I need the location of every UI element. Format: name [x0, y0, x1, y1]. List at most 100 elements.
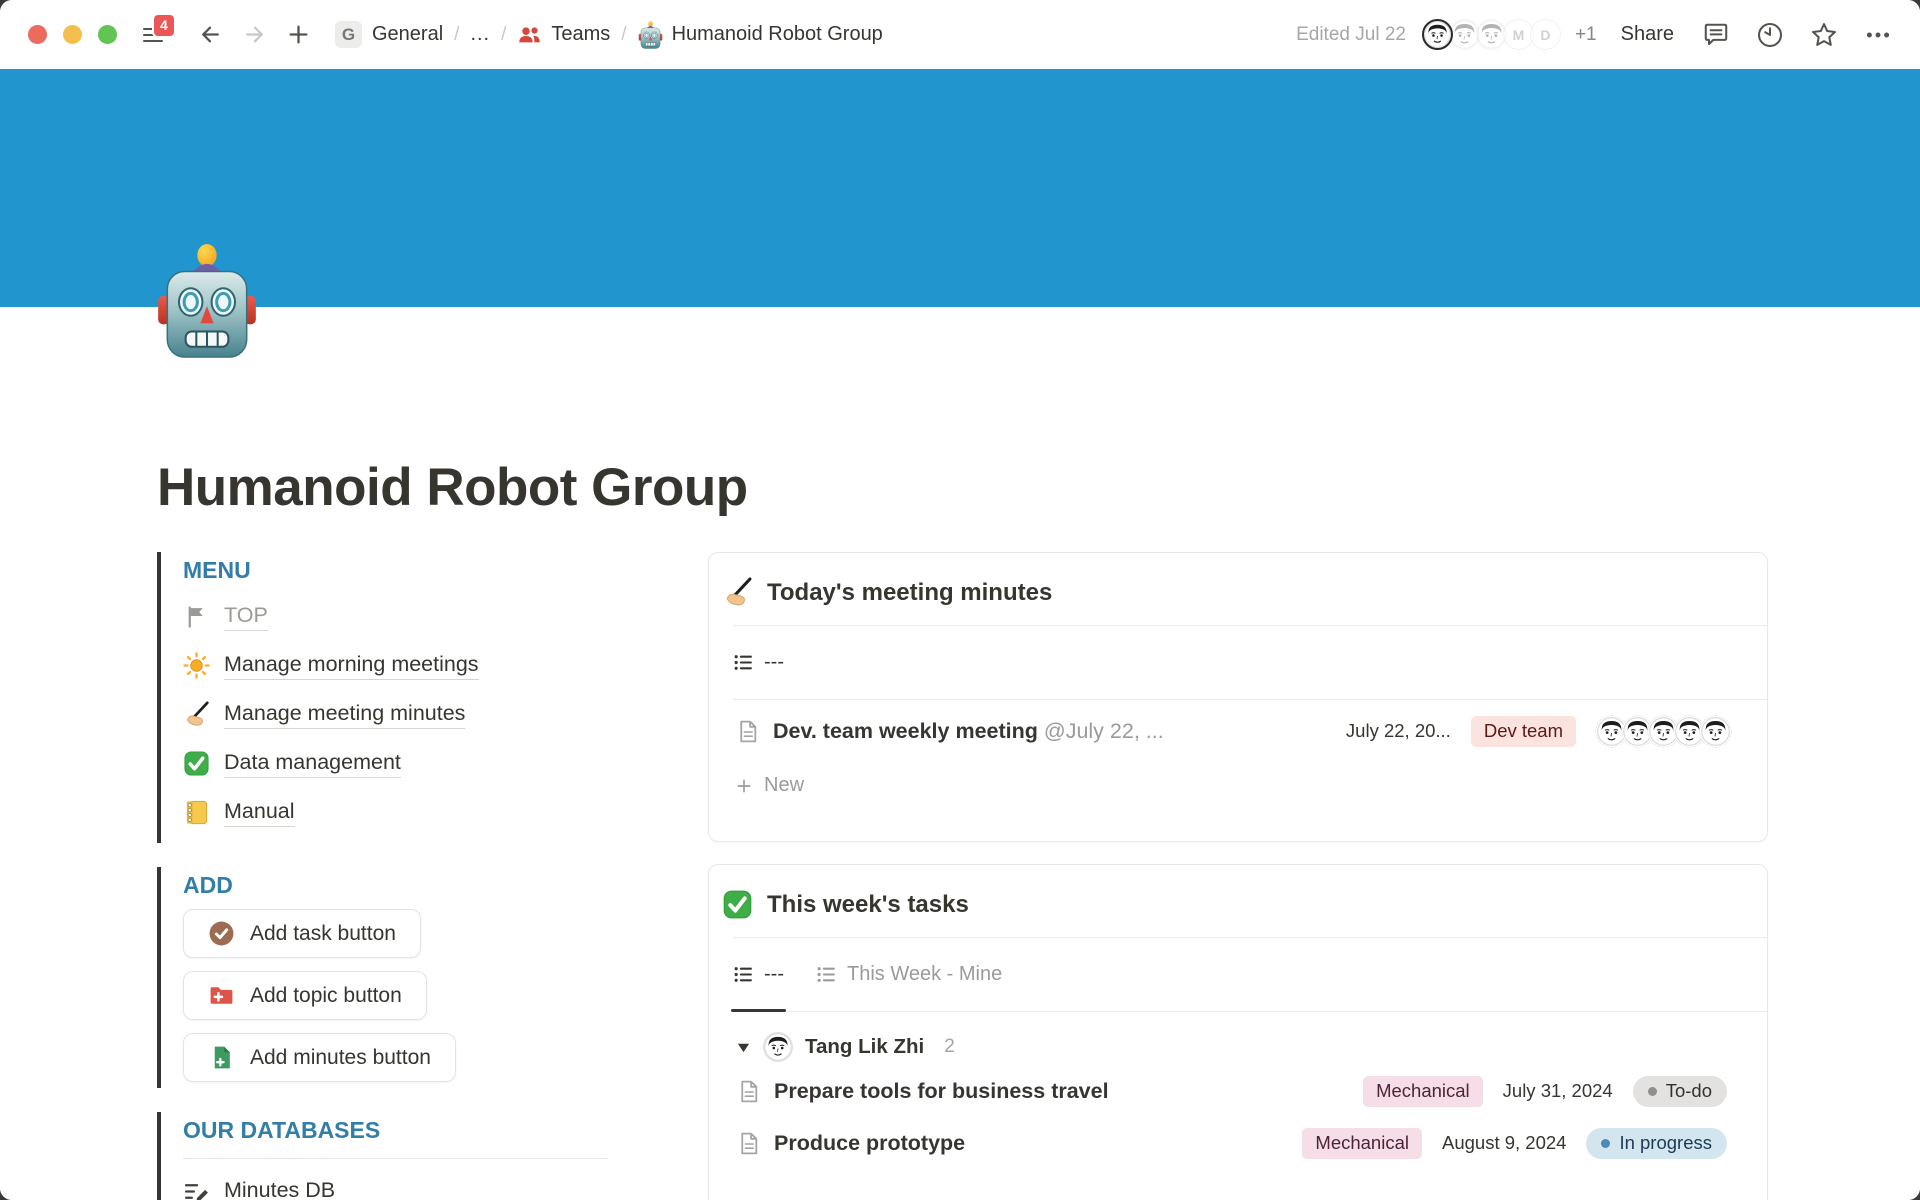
menu-column: MENU TOP Manage morning meetings Manage …	[157, 552, 682, 1200]
minutes-card-title: Today's meeting minutes	[767, 579, 1052, 607]
breadcrumb-teams-label: Teams	[551, 23, 610, 46]
minutes-view-bar: ---	[733, 626, 1767, 700]
breadcrumb-page[interactable]: Humanoid Robot Group	[638, 21, 883, 49]
back-button[interactable]	[195, 20, 225, 50]
status-label: In progress	[1619, 1132, 1712, 1154]
ledger-icon	[183, 799, 210, 826]
menu-link-label: Data management	[224, 750, 401, 778]
minimize-window-button[interactable]	[63, 25, 82, 44]
menu-link-label: TOP	[224, 603, 268, 631]
zoom-window-button[interactable]	[98, 25, 117, 44]
more-options-icon[interactable]	[1864, 21, 1892, 49]
share-button[interactable]: Share	[1621, 23, 1674, 46]
chevron-down-icon	[736, 1041, 751, 1054]
minutes-card-header: Today's meeting minutes	[709, 553, 1767, 625]
new-row-button[interactable]: New	[735, 762, 1767, 809]
menu-link-label: Manual	[224, 799, 295, 827]
team-tag: Dev team	[1471, 716, 1576, 747]
new-row-label: New	[764, 774, 804, 797]
avatar-more-count[interactable]: +1	[1575, 24, 1597, 46]
titlebar: 4 G General / ... / Teams / Humanoid Rob…	[0, 0, 1920, 69]
meeting-minutes-card: Today's meeting minutes --- Dev. team we…	[708, 552, 1768, 842]
task-row[interactable]: Produce prototype Mechanical August 9, 2…	[736, 1117, 1767, 1169]
meeting-row-properties: July 22, 20... Dev team	[1346, 716, 1731, 747]
main-column: Today's meeting minutes --- Dev. team we…	[708, 552, 1768, 1200]
favorite-star-icon[interactable]	[1810, 21, 1838, 49]
status-badge: In progress	[1586, 1128, 1727, 1159]
add-heading: ADD	[183, 872, 682, 899]
due-date: August 9, 2024	[1442, 1132, 1566, 1154]
add-minutes-button[interactable]: Add minutes button	[183, 1033, 456, 1082]
menu-link-manual[interactable]: Manual	[183, 788, 682, 837]
breadcrumb-page-label: Humanoid Robot Group	[672, 23, 883, 46]
menu-link-meeting-minutes[interactable]: Manage meeting minutes	[183, 690, 682, 739]
assignee-name: Tang Lik Zhi	[805, 1035, 924, 1059]
breadcrumb-separator: /	[454, 24, 459, 46]
page-cover[interactable]	[0, 69, 1920, 307]
flag-icon	[183, 603, 210, 630]
robot-page-icon	[638, 21, 663, 49]
page-title[interactable]: Humanoid Robot Group	[157, 457, 1768, 518]
menu-link-top[interactable]: TOP	[183, 592, 682, 641]
page-doc-icon	[736, 1131, 761, 1156]
database-edit-icon	[183, 1178, 210, 1200]
notification-badge: 4	[152, 13, 176, 38]
status-badge: To-do	[1633, 1076, 1727, 1107]
databases-section: OUR DATABASES Minutes DB	[157, 1112, 682, 1200]
meeting-row[interactable]: Dev. team weekly meeting @July 22, ... J…	[735, 700, 1767, 762]
check-icon	[183, 750, 210, 777]
traffic-lights	[28, 25, 117, 44]
menu-link-label: Manage meeting minutes	[224, 701, 465, 729]
comments-icon[interactable]	[1702, 21, 1730, 49]
add-section: ADD Add task button Add topic button	[157, 867, 682, 1088]
assignee-group-toggle[interactable]: Tang Lik Zhi 2	[736, 1033, 1767, 1061]
breadcrumb-ellipsis[interactable]: ...	[470, 23, 490, 46]
workspace-initial-chip[interactable]: G	[335, 21, 362, 48]
tasks-view-tab-default[interactable]: ---	[733, 938, 784, 1011]
add-task-button[interactable]: Add task button	[183, 909, 421, 958]
app-window: 4 G General / ... / Teams / Humanoid Rob…	[0, 0, 1920, 1200]
menu-link-morning-meetings[interactable]: Manage morning meetings	[183, 641, 682, 690]
attendee-avatars	[1596, 716, 1731, 747]
tasks-view-tab-this-week-mine[interactable]: This Week - Mine	[816, 938, 1002, 1011]
sun-icon	[183, 652, 210, 679]
category-tag: Mechanical	[1302, 1128, 1422, 1159]
status-dot-icon	[1601, 1139, 1610, 1148]
avatar	[1700, 716, 1731, 747]
updates-clock-icon[interactable]	[1756, 21, 1784, 49]
task-row-properties: Mechanical August 9, 2024 In progress	[1302, 1128, 1727, 1159]
breadcrumb-teams[interactable]: Teams	[517, 22, 610, 47]
forward-button[interactable]	[239, 20, 269, 50]
tasks-card-header: This week's tasks	[709, 865, 1767, 937]
group-count: 2	[944, 1036, 955, 1058]
page-doc-icon	[736, 1079, 761, 1104]
new-tab-button[interactable]	[283, 20, 313, 50]
breadcrumb-separator: /	[501, 24, 506, 46]
robot-page-icon-large[interactable]	[156, 243, 258, 359]
task-row[interactable]: Prepare tools for business travel Mechan…	[736, 1065, 1767, 1117]
minutes-view-tab[interactable]: ---	[733, 626, 784, 699]
menu-link-data-management[interactable]: Data management	[183, 739, 682, 788]
minutes-view-label: ---	[764, 651, 784, 674]
add-topic-button[interactable]: Add topic button	[183, 971, 427, 1020]
list-view-icon	[816, 964, 837, 985]
avatar	[1422, 19, 1453, 50]
avatar-initial: D	[1530, 19, 1561, 50]
tasks-card: This week's tasks --- This Week - Mine	[708, 864, 1768, 1200]
titlebar-right: Edited Jul 22 M D +1 Share	[1296, 19, 1892, 50]
minutes-db-link[interactable]: Minutes DB	[183, 1167, 682, 1200]
viewer-avatars[interactable]: M D	[1422, 19, 1561, 50]
file-plus-icon	[208, 1044, 235, 1071]
menu-section: MENU TOP Manage morning meetings Manage …	[157, 552, 682, 843]
breadcrumb-workspace[interactable]: General	[372, 23, 443, 46]
check-icon	[722, 889, 753, 920]
tasks-view-label: ---	[764, 963, 784, 986]
category-tag: Mechanical	[1363, 1076, 1483, 1107]
edited-timestamp: Edited Jul 22	[1296, 24, 1406, 46]
meeting-title: Dev. team weekly meeting @July 22, ...	[773, 719, 1164, 744]
sidebar-toggle-icon[interactable]: 4	[143, 24, 165, 46]
page-content: Humanoid Robot Group MENU TOP Manage mor…	[0, 307, 1920, 1200]
writing-hand-icon	[722, 577, 753, 608]
close-window-button[interactable]	[28, 25, 47, 44]
add-task-label: Add task button	[250, 922, 396, 946]
